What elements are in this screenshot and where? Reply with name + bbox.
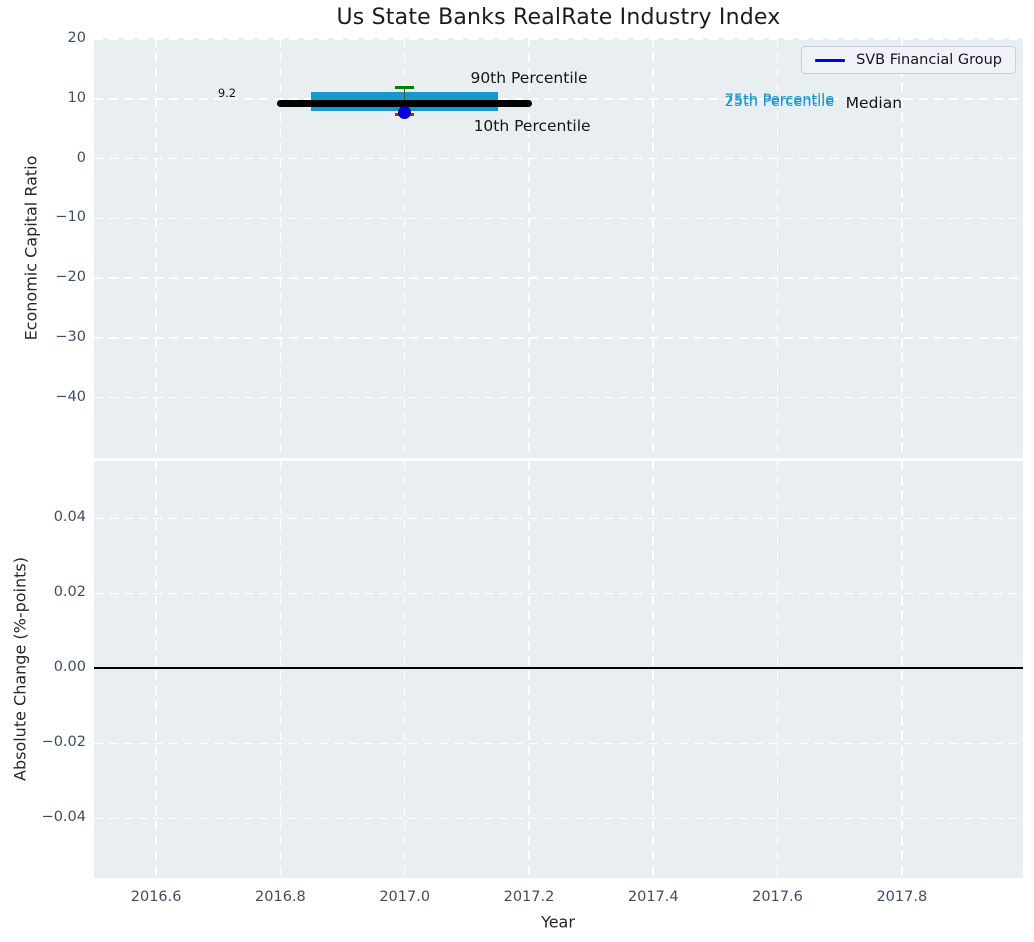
p90-cap bbox=[395, 86, 414, 89]
gridline-horizontal bbox=[94, 593, 1023, 595]
x-tick-label: 2016.8 bbox=[245, 889, 315, 905]
annotation: 25th Percentile bbox=[725, 94, 834, 110]
panel-economic-capital-ratio: 9.290th Percentile10th Percentile75th Pe… bbox=[94, 38, 1023, 458]
gridline-horizontal bbox=[94, 397, 1023, 399]
gridline-horizontal bbox=[94, 158, 1023, 160]
panel-absolute-change bbox=[94, 461, 1023, 878]
gridline-horizontal bbox=[94, 818, 1023, 820]
gridline-vertical bbox=[404, 461, 406, 878]
gridline-horizontal bbox=[94, 218, 1023, 220]
y-tick-label: 0 bbox=[34, 150, 86, 166]
x-tick-label: 2017.4 bbox=[618, 889, 688, 905]
y-tick-label: 0.02 bbox=[34, 584, 86, 600]
figure: Us State Banks RealRate Industry Index 9… bbox=[0, 0, 1034, 942]
y-tick-label: −20 bbox=[34, 269, 86, 285]
x-tick-label: 2017.2 bbox=[494, 889, 564, 905]
annotation: 10th Percentile bbox=[474, 117, 591, 135]
gridline-vertical bbox=[777, 461, 779, 878]
y-tick-label: 0.04 bbox=[34, 509, 86, 525]
gridline-vertical bbox=[155, 38, 157, 458]
y-tick-label: 10 bbox=[34, 90, 86, 106]
x-tick-label: 2017.6 bbox=[743, 889, 813, 905]
gridline-horizontal bbox=[94, 38, 1023, 40]
zero-reference-line bbox=[94, 667, 1023, 669]
gridline-horizontal bbox=[94, 277, 1023, 279]
gridline-horizontal bbox=[94, 743, 1023, 745]
gridline-vertical bbox=[901, 461, 903, 878]
x-axis-label-year: Year bbox=[541, 913, 575, 932]
y-tick-label: −30 bbox=[34, 329, 86, 345]
chart-title: Us State Banks RealRate Industry Index bbox=[94, 5, 1023, 30]
y-axis-label-absolute-change: Absolute Change (%-points) bbox=[11, 557, 30, 781]
legend-line-sample bbox=[815, 59, 845, 62]
y-tick-label: 0.00 bbox=[34, 659, 86, 675]
gridline-vertical bbox=[528, 461, 530, 878]
gridline-vertical bbox=[652, 461, 654, 878]
y-axis-label-economic-capital-ratio: Economic Capital Ratio bbox=[22, 156, 41, 341]
gridline-vertical bbox=[155, 461, 157, 878]
annotation: Median bbox=[846, 94, 902, 112]
annotation: 90th Percentile bbox=[470, 69, 587, 87]
svb-point bbox=[398, 106, 411, 119]
x-tick-label: 2016.6 bbox=[121, 889, 191, 905]
x-tick-label: 2017.0 bbox=[370, 889, 440, 905]
gridline-vertical bbox=[280, 461, 282, 878]
y-tick-label: 20 bbox=[34, 30, 86, 46]
gridline-vertical bbox=[652, 38, 654, 458]
y-tick-label: −0.04 bbox=[34, 809, 86, 825]
y-tick-label: −40 bbox=[34, 389, 86, 405]
x-tick-label: 2017.8 bbox=[867, 889, 937, 905]
legend-label: SVB Financial Group bbox=[856, 52, 1002, 68]
gridline-horizontal bbox=[94, 337, 1023, 339]
annotation: 9.2 bbox=[218, 86, 236, 100]
gridline-horizontal bbox=[94, 518, 1023, 520]
y-tick-label: −0.02 bbox=[34, 734, 86, 750]
y-tick-label: −10 bbox=[34, 209, 86, 225]
legend: SVB Financial Group bbox=[801, 46, 1016, 74]
